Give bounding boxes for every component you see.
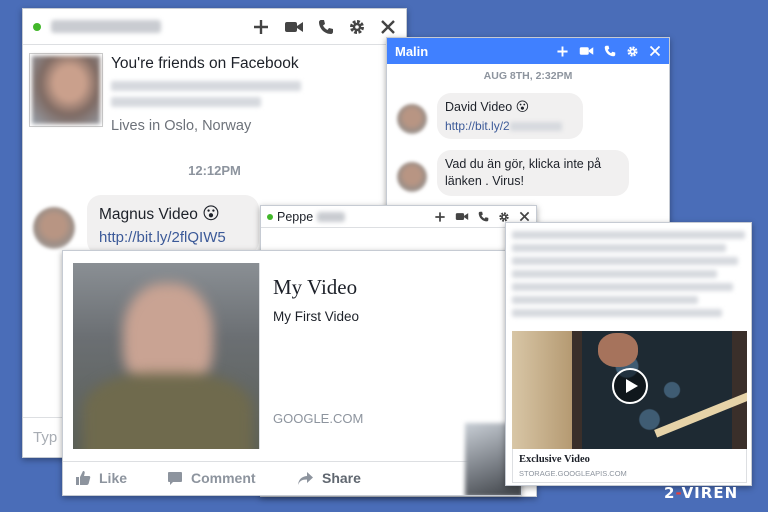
plus-icon[interactable] xyxy=(434,211,446,223)
link-preview-card: My Video My First Video GOOGLE.COM Like … xyxy=(62,250,522,496)
plus-icon[interactable] xyxy=(556,45,569,58)
play-button[interactable] xyxy=(612,368,648,404)
share-arrow-icon xyxy=(297,471,314,486)
message-link[interactable]: http://bit.ly/2flQIW5 xyxy=(99,229,226,246)
chat-header xyxy=(23,9,406,45)
warning-message-bubble: Vad du än gör, klicka inte på länken . V… xyxy=(437,150,629,196)
profile-job-blurred xyxy=(111,81,301,91)
contact-name-blurred xyxy=(51,20,161,33)
phone-icon[interactable] xyxy=(318,19,334,35)
close-icon[interactable] xyxy=(380,19,396,35)
profile-location: Lives in Oslo, Norway xyxy=(111,118,252,134)
video-caption: Exclusive Video STORAGE.GOOGLEAPIS.COM xyxy=(512,449,747,483)
message-input-placeholder: Typ xyxy=(33,429,58,446)
message-date: AUG 8TH, 2:32PM xyxy=(483,70,573,82)
close-icon[interactable] xyxy=(519,211,530,222)
video-icon[interactable] xyxy=(455,211,469,222)
header-actions xyxy=(546,45,661,58)
message-bubble: David Video 😮 http://bit.ly/2 xyxy=(437,93,583,139)
profile-job-blurred-2 xyxy=(111,97,261,107)
video-domain: STORAGE.GOOGLEAPIS.COM xyxy=(519,469,627,478)
preview-subtitle: My First Video xyxy=(273,309,360,324)
gear-icon[interactable] xyxy=(498,211,510,223)
online-status-dot xyxy=(33,22,41,31)
plus-icon[interactable] xyxy=(252,18,270,36)
surprised-emoji-icon: 😮 xyxy=(515,99,530,114)
contact-surname-blurred xyxy=(317,211,346,222)
warning-message-text: Vad du än gör, klicka inte på länken . V… xyxy=(445,157,602,188)
message-link[interactable]: http://bit.ly/2 xyxy=(445,119,562,133)
action-bar: Like Comment Share xyxy=(63,461,521,495)
sender-avatar xyxy=(397,162,427,192)
header-actions xyxy=(425,211,530,223)
contact-name: Malin xyxy=(395,43,429,59)
surprised-emoji-icon: 😮 xyxy=(202,204,220,223)
preview-domain: GOOGLE.COM xyxy=(273,411,364,426)
gear-icon[interactable] xyxy=(626,45,639,58)
divider xyxy=(259,263,260,449)
message-text: David Video 😮 xyxy=(445,99,530,114)
preview-title[interactable]: My Video xyxy=(273,275,357,300)
gear-icon[interactable] xyxy=(348,18,366,36)
watermark-logo: 2-VIREN xyxy=(664,484,739,502)
online-status-dot xyxy=(267,213,273,220)
link-blurred xyxy=(509,122,562,132)
thumbs-up-icon xyxy=(75,470,91,486)
message-bubble: Magnus Video 😮 http://bit.ly/2flQIW5 xyxy=(87,195,259,255)
video-thumbnail[interactable] xyxy=(512,331,747,449)
post-text-blurred xyxy=(512,231,745,327)
comment-button[interactable]: Comment xyxy=(167,470,256,486)
chat-header-peppe: Peppe xyxy=(261,206,536,228)
message-text: Magnus Video 😮 xyxy=(99,204,220,223)
phone-icon[interactable] xyxy=(604,45,616,57)
sender-avatar xyxy=(397,104,427,134)
post-card: Exclusive Video STORAGE.GOOGLEAPIS.COM xyxy=(505,222,752,486)
preview-thumbnail[interactable] xyxy=(73,263,259,449)
video-icon[interactable] xyxy=(579,45,594,57)
message-timestamp: 12:12PM xyxy=(188,163,241,178)
share-button[interactable]: Share xyxy=(297,470,361,486)
friends-label: You're friends on Facebook xyxy=(111,55,299,72)
phone-icon[interactable] xyxy=(478,211,489,222)
video-title[interactable]: Exclusive Video xyxy=(519,454,590,465)
header-actions xyxy=(238,18,396,36)
profile-photo xyxy=(29,53,103,127)
comment-icon xyxy=(167,470,183,486)
close-icon[interactable] xyxy=(649,45,661,57)
like-button[interactable]: Like xyxy=(75,470,127,486)
video-icon[interactable] xyxy=(284,19,304,35)
chat-header-malin: Malin xyxy=(387,38,669,64)
contact-name: Peppe xyxy=(277,209,314,224)
sender-avatar xyxy=(33,207,75,249)
